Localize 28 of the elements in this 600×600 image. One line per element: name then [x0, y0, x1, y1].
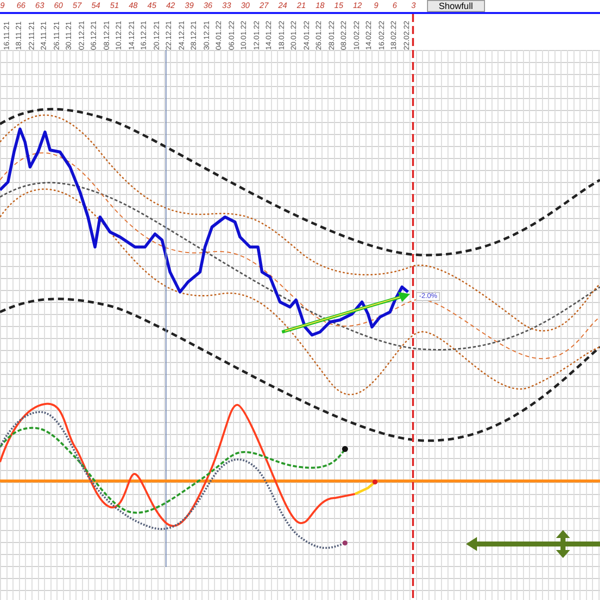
- cycle-label: 57: [72, 0, 83, 12]
- cycle-label: 9: [372, 0, 380, 12]
- oscillator-end-line: [354, 481, 376, 496]
- cycle-label: 63: [34, 0, 46, 12]
- momentum-end-dot: [342, 540, 348, 546]
- cycle-label: 42: [165, 0, 176, 12]
- signal-end-dot: [342, 446, 348, 452]
- cycle-label: 48: [128, 0, 139, 12]
- cycle-label: 54: [90, 0, 102, 12]
- cycle-label: 36: [202, 0, 214, 12]
- cycle-label: 6: [392, 0, 398, 12]
- cycle-label: 66: [16, 0, 26, 12]
- cycle-label: 39: [184, 0, 195, 12]
- cycle-label: 33: [221, 0, 232, 12]
- cycle-label: 24: [277, 0, 288, 12]
- cycle-label: 9: [0, 0, 6, 12]
- cycle-label: 27: [258, 0, 270, 12]
- showfull-button[interactable]: Showfull: [426, 0, 485, 12]
- cycle-label: 3: [410, 0, 417, 12]
- cycle-label: 15: [333, 0, 344, 12]
- cycle-label: 51: [109, 0, 120, 12]
- cycle-label: 21: [296, 0, 307, 12]
- cycle-label: 12: [352, 0, 363, 12]
- cycle-label: 45: [146, 0, 158, 12]
- cycle-label: 18: [314, 0, 326, 12]
- oscillator-end-dot: [372, 480, 378, 484]
- cycle-label: 60: [52, 0, 64, 12]
- cycle-label: 30: [240, 0, 251, 12]
